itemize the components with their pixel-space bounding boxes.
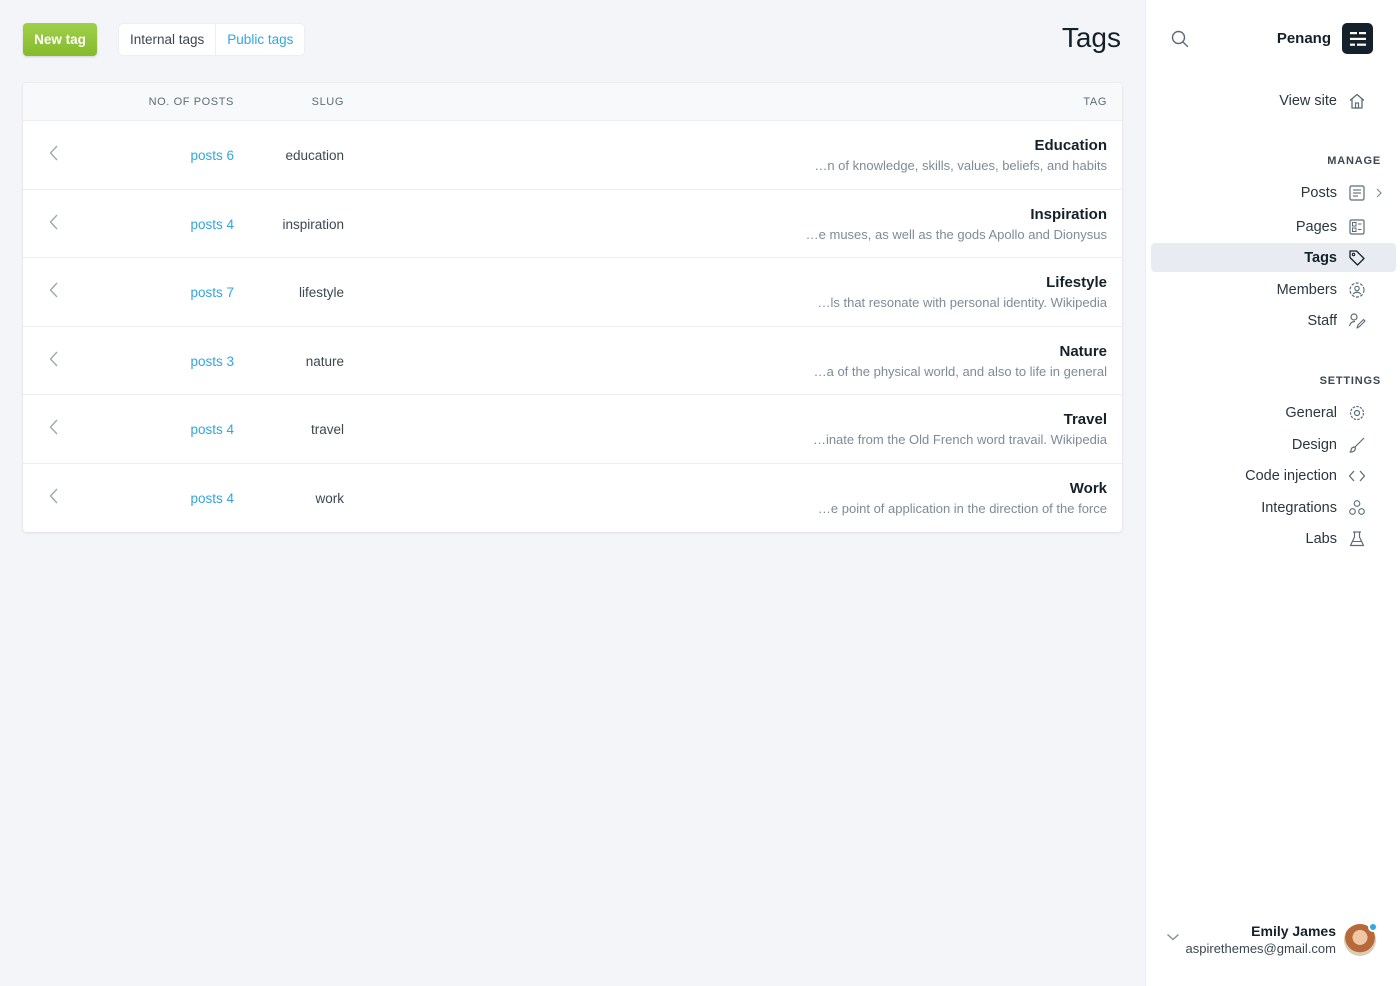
tag-name[interactable]: Education (1034, 137, 1107, 154)
column-header-slug: SLUG (311, 96, 344, 108)
sidebar-item-design[interactable]: Design (1151, 430, 1396, 459)
integrations-icon (1348, 499, 1366, 517)
sidebar-item-label: Design (1291, 436, 1337, 453)
sidebar-item-label: Posts (1300, 184, 1337, 201)
chevron-left-icon[interactable] (47, 280, 61, 300)
post-count-link[interactable]: posts 3 (190, 354, 234, 369)
post-count-link[interactable]: posts 4 (190, 422, 234, 437)
posts-icon (1348, 184, 1366, 202)
chevron-down-icon[interactable] (1166, 932, 1180, 942)
tag-slug: nature (305, 353, 344, 369)
flask-icon (1348, 530, 1366, 548)
sidebar-item-label: Staff (1307, 312, 1337, 329)
chevron-left-icon[interactable] (47, 417, 61, 437)
tag-filter-segmented: Internal tags Public tags (119, 24, 305, 55)
main-content: New tag Internal tags Public tags Tags N… (0, 0, 1145, 986)
sidebar-item-label: Tags (1304, 249, 1337, 266)
sidebar-item-tags[interactable]: Tags (1151, 243, 1396, 272)
sidebar-item-label: Integrations (1261, 499, 1337, 516)
tag-slug: lifestyle (298, 285, 344, 300)
table-row[interactable]: posts 4 travel Travel …inate from the Old F… (23, 395, 1122, 464)
sidebar-item-integrations[interactable]: Integrations (1151, 493, 1396, 522)
post-count-link[interactable]: posts 4 (190, 491, 234, 506)
tag-description: …e muses, as well as the gods Apollo and… (805, 226, 1107, 242)
sidebar-item-posts[interactable]: Posts (1151, 178, 1396, 207)
gear-icon (1348, 404, 1366, 422)
chevron-left-icon[interactable] (47, 143, 61, 163)
tag-name[interactable]: Lifestyle (1046, 274, 1107, 291)
table-row[interactable]: posts 7 lifestyle Lifestyle …ls that resona… (23, 258, 1122, 327)
brush-icon (1348, 436, 1366, 454)
sidebar-item-label: Code injection (1245, 467, 1337, 484)
status-dot (1368, 922, 1378, 932)
tag-description: …n of knowledge, skills, values, beliefs… (814, 158, 1107, 173)
sidebar-item-general[interactable]: General (1151, 398, 1396, 427)
column-header-posts: NO. OF POSTS (148, 96, 234, 108)
site-name[interactable]: Penang (1277, 30, 1331, 47)
column-header-tag: TAG (1083, 96, 1107, 108)
post-count-link[interactable]: posts 6 (190, 148, 234, 163)
tag-slug: work (315, 490, 344, 506)
sidebar-item-code-injection[interactable]: Code injection (1151, 461, 1396, 490)
table-row[interactable]: posts 4 inspiration Inspiration …e muses, a… (23, 190, 1122, 258)
tag-slug: travel (310, 422, 344, 437)
pages-icon (1348, 218, 1366, 236)
table-row[interactable]: posts 6 education Education …n of knowledge… (23, 121, 1122, 190)
search-icon[interactable] (1171, 30, 1189, 48)
sidebar-item-label: Pages (1295, 218, 1337, 235)
chevron-left-icon[interactable] (47, 349, 61, 369)
sidebar-item-pages[interactable]: Pages (1151, 212, 1396, 241)
tag-description: …inate from the Old French word travail.… (812, 432, 1107, 447)
post-count-link[interactable]: posts 4 (190, 217, 234, 232)
chevron-left-icon[interactable] (47, 212, 61, 232)
tag-description: …ls that resonate with personal identity… (817, 295, 1107, 310)
tag-icon (1348, 249, 1366, 267)
tag-name[interactable]: Work (1070, 480, 1107, 497)
user-email: aspirethemes@gmail.com (1185, 941, 1336, 956)
tag-description: …a of the physical world, and also to li… (813, 363, 1107, 379)
sidebar: Penang View site MANAGE Posts Pages Tags… (1145, 0, 1400, 986)
table-row[interactable]: posts 4 work Work …e point of application i… (23, 464, 1122, 533)
manage-section-label: MANAGE (1327, 155, 1381, 167)
view-site-label: View site (1279, 92, 1337, 109)
chevron-right-icon[interactable] (1374, 188, 1384, 198)
table-row[interactable]: posts 3 nature Nature …a of the physical wo… (23, 327, 1122, 395)
user-name[interactable]: Emily James (1251, 923, 1336, 939)
sidebar-item-label: Labs (1305, 530, 1337, 547)
new-tag-button[interactable]: New tag (23, 23, 97, 56)
tag-name[interactable]: Inspiration (1030, 206, 1107, 223)
sidebar-item-staff[interactable]: Staff (1151, 306, 1396, 335)
tag-name[interactable]: Nature (1059, 343, 1107, 360)
members-icon (1348, 281, 1366, 299)
page-title: Tags (1061, 22, 1121, 53)
tags-table: NO. OF POSTS SLUG TAG posts 6 education Ed… (23, 83, 1122, 532)
view-site-link[interactable]: View site (1151, 86, 1396, 115)
internal-tags-tab[interactable]: Internal tags (119, 24, 215, 55)
tag-slug: education (285, 148, 344, 163)
sidebar-item-members[interactable]: Members (1151, 275, 1396, 304)
sidebar-item-labs[interactable]: Labs (1151, 524, 1396, 553)
staff-icon (1348, 312, 1366, 330)
public-tags-tab[interactable]: Public tags (215, 24, 304, 55)
sidebar-item-label: General (1285, 404, 1337, 421)
sidebar-item-label: Members (1276, 281, 1337, 298)
table-header: NO. OF POSTS SLUG TAG (23, 83, 1122, 121)
chevron-left-icon[interactable] (47, 486, 61, 506)
post-count-link[interactable]: posts 7 (190, 285, 234, 300)
tag-name[interactable]: Travel (1064, 411, 1107, 428)
home-icon (1348, 92, 1366, 110)
site-logo-icon[interactable] (1342, 23, 1373, 54)
tag-description: …e point of application in the direction… (817, 500, 1107, 516)
code-icon (1348, 467, 1366, 485)
tag-slug: inspiration (282, 216, 344, 232)
settings-section-label: SETTINGS (1319, 375, 1381, 387)
